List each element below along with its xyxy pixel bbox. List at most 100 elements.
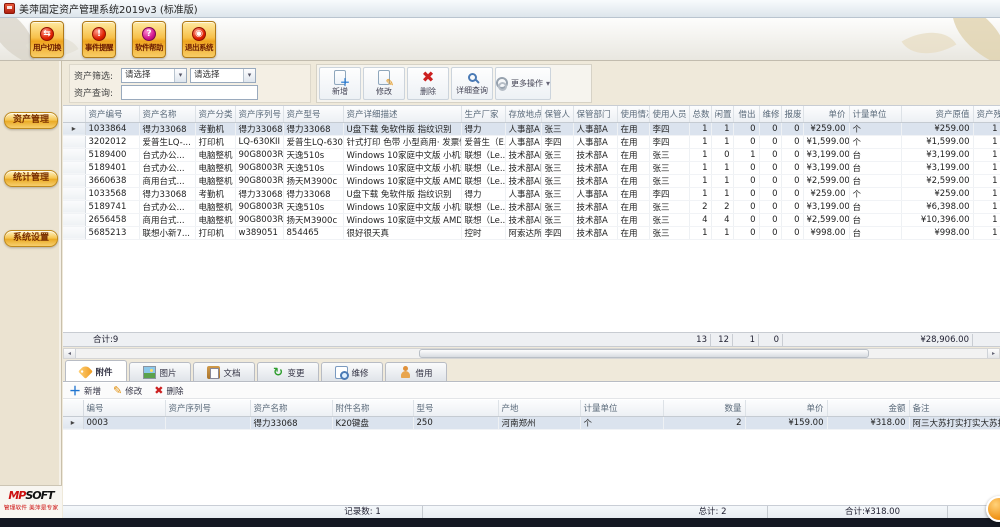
- cell: ¥259.00: [803, 187, 849, 200]
- asset-query-input[interactable]: [121, 85, 258, 100]
- cell: 技术部A区: [505, 174, 541, 187]
- table-row[interactable]: 5685213联想小新7...打印机w389051854465很好很天真控时阿索…: [63, 226, 1000, 239]
- help-icon: ?: [142, 27, 156, 41]
- add-asset-button[interactable]: ＋ 新增: [319, 67, 361, 100]
- add-attachment-button[interactable]: ＋ 新增: [69, 385, 101, 397]
- column-header[interactable]: 保管部门: [573, 106, 617, 122]
- asset-filter-select-2[interactable]: 请选择 ▾: [190, 68, 256, 83]
- cell: 电脑整机: [195, 148, 235, 161]
- exit-system-button[interactable]: ◉ 退出系统: [182, 21, 216, 58]
- asset-filter-select-1[interactable]: 请选择 ▾: [121, 68, 187, 83]
- tab-attachments[interactable]: 附件: [65, 360, 127, 382]
- sidebar-item-system-settings[interactable]: 系统设置: [4, 230, 58, 247]
- cell: 联想（Le...: [461, 200, 505, 213]
- button-label: 修改: [125, 385, 142, 397]
- column-header[interactable]: 维修: [759, 106, 781, 122]
- table-row[interactable]: 3660638商用台式...电脑整机90G8003RCD扬天M3900cWind…: [63, 174, 1000, 187]
- column-header[interactable]: 资产序列号: [165, 400, 250, 416]
- cell: ¥3,199.00: [803, 161, 849, 174]
- column-header[interactable]: 数量: [663, 400, 745, 416]
- column-header[interactable]: 资产编号: [85, 106, 139, 122]
- column-header[interactable]: 闲置: [711, 106, 733, 122]
- table-row[interactable]: ▸0003得力33068K20键盘250河南郑州个2¥159.00¥318.00…: [63, 416, 1000, 429]
- cell: 人事部A: [505, 187, 541, 200]
- tab-documents[interactable]: 文档: [193, 362, 255, 382]
- delete-attachment-button[interactable]: ✖ 删除: [154, 385, 183, 397]
- edit-asset-button[interactable]: ✎ 修改: [363, 67, 405, 100]
- column-header[interactable]: 使用人员: [649, 106, 689, 122]
- sidebar-item-asset-management[interactable]: 资产管理: [4, 112, 58, 129]
- cell: Windows 10家庭中文版 AMD平台 大机箱: [343, 213, 461, 226]
- column-header[interactable]: 存放地点: [505, 106, 541, 122]
- column-header[interactable]: 资产残值率: [973, 106, 1000, 122]
- tab-changes[interactable]: ↻变更: [257, 362, 319, 382]
- scroll-left-icon[interactable]: ◂: [64, 349, 76, 358]
- column-header[interactable]: 计量单位: [849, 106, 901, 122]
- column-header[interactable]: 附件名称: [332, 400, 413, 416]
- column-header[interactable]: 编号: [83, 400, 165, 416]
- cell: 张三: [541, 161, 573, 174]
- sidebar-item-statistics-management[interactable]: 统计管理: [4, 170, 58, 187]
- column-header[interactable]: 资产型号: [283, 106, 343, 122]
- header-row: 编号资产序列号资产名称附件名称型号产地计量单位数量单价金额备注: [63, 400, 1000, 416]
- table-row[interactable]: 2656458商用台式...电脑整机90G8003RCD扬天M3900cWind…: [63, 213, 1000, 226]
- column-header[interactable]: 资产原值: [901, 106, 973, 122]
- more-operations-button[interactable]: 更多操作 ▾: [495, 67, 551, 100]
- table-row[interactable]: 5189741台式办公...电脑整机90G8003RCD天逸510sWindow…: [63, 200, 1000, 213]
- scroll-right-icon[interactable]: ▸: [987, 349, 999, 358]
- table-row[interactable]: 5189400台式办公...电脑整机90G8003RCD天逸510sWindow…: [63, 148, 1000, 161]
- column-header[interactable]: 产地: [498, 400, 580, 416]
- edit-attachment-button[interactable]: ✎ 修改: [113, 385, 142, 397]
- tab-repairs[interactable]: 维修: [321, 362, 383, 382]
- tab-label: 文档: [223, 367, 240, 379]
- cell: 5189401: [85, 161, 139, 174]
- column-header[interactable]: 资产序列号: [235, 106, 283, 122]
- table-row[interactable]: 5189401台式办公...电脑整机90G8003RCD天逸510sWindow…: [63, 161, 1000, 174]
- horizontal-scrollbar[interactable]: ◂ ▸: [63, 348, 1000, 359]
- cell: 4: [689, 213, 711, 226]
- cell: 爱普生（E...: [461, 135, 505, 148]
- column-header[interactable]: 型号: [413, 400, 498, 416]
- table-row[interactable]: ▸1033864得力33068考勤机得力33068得力33068U盘下载 免软件…: [63, 122, 1000, 135]
- cell: 打印机: [195, 226, 235, 239]
- chevron-down-icon[interactable]: ▾: [243, 69, 255, 82]
- cell: w389051: [235, 226, 283, 239]
- cell: 0003: [83, 416, 165, 429]
- cell: 张三: [649, 174, 689, 187]
- column-header[interactable]: 单价: [803, 106, 849, 122]
- column-header[interactable]: 金额: [827, 400, 909, 416]
- cell: 天逸510s: [283, 161, 343, 174]
- column-header[interactable]: 总数: [689, 106, 711, 122]
- column-header[interactable]: 备注: [909, 400, 1000, 416]
- column-header[interactable]: 保管人: [541, 106, 573, 122]
- column-header[interactable]: 生产厂家: [461, 106, 505, 122]
- software-help-button[interactable]: ? 软件帮助: [132, 21, 166, 58]
- event-reminder-button[interactable]: ! 事件提醒: [82, 21, 116, 58]
- scrollbar-thumb[interactable]: [419, 349, 869, 358]
- detail-query-button[interactable]: 详细查询: [451, 67, 493, 100]
- row-indicator: ▸: [63, 122, 85, 135]
- delete-asset-button[interactable]: ✖ 删除: [407, 67, 449, 100]
- column-header[interactable]: 资产详细描述: [343, 106, 461, 122]
- column-header[interactable]: 资产名称: [139, 106, 195, 122]
- table-row[interactable]: 1033568得力33068考勤机得力33068得力33068U盘下载 免软件版…: [63, 187, 1000, 200]
- column-header[interactable]: 计量单位: [580, 400, 663, 416]
- cell: 台: [849, 226, 901, 239]
- table-row[interactable]: 3202012爱普生LQ-...打印机LQ-630KII爱普生LQ-630KII…: [63, 135, 1000, 148]
- tab-pictures[interactable]: 图片: [129, 362, 191, 382]
- cell: 电脑整机: [195, 200, 235, 213]
- column-header[interactable]: 资产名称: [250, 400, 332, 416]
- chevron-down-icon[interactable]: ▾: [174, 69, 186, 82]
- column-header[interactable]: 报废: [781, 106, 803, 122]
- cell: 1033568: [85, 187, 139, 200]
- column-header[interactable]: 使用情况: [617, 106, 649, 122]
- user-switch-button[interactable]: ⇆ 用户切换: [30, 21, 64, 58]
- action-toolbar: ＋ 新增 ✎ 修改 ✖ 删除 详细查询 更多操作 ▾: [316, 64, 592, 103]
- column-header[interactable]: 借出: [733, 106, 759, 122]
- column-header[interactable]: 单价: [745, 400, 827, 416]
- tab-borrow[interactable]: 借用: [385, 362, 447, 382]
- summary-repair: 0: [759, 334, 783, 346]
- cell: 1: [973, 213, 1000, 226]
- column-header[interactable]: 资产分类: [195, 106, 235, 122]
- cell: 李四: [541, 226, 573, 239]
